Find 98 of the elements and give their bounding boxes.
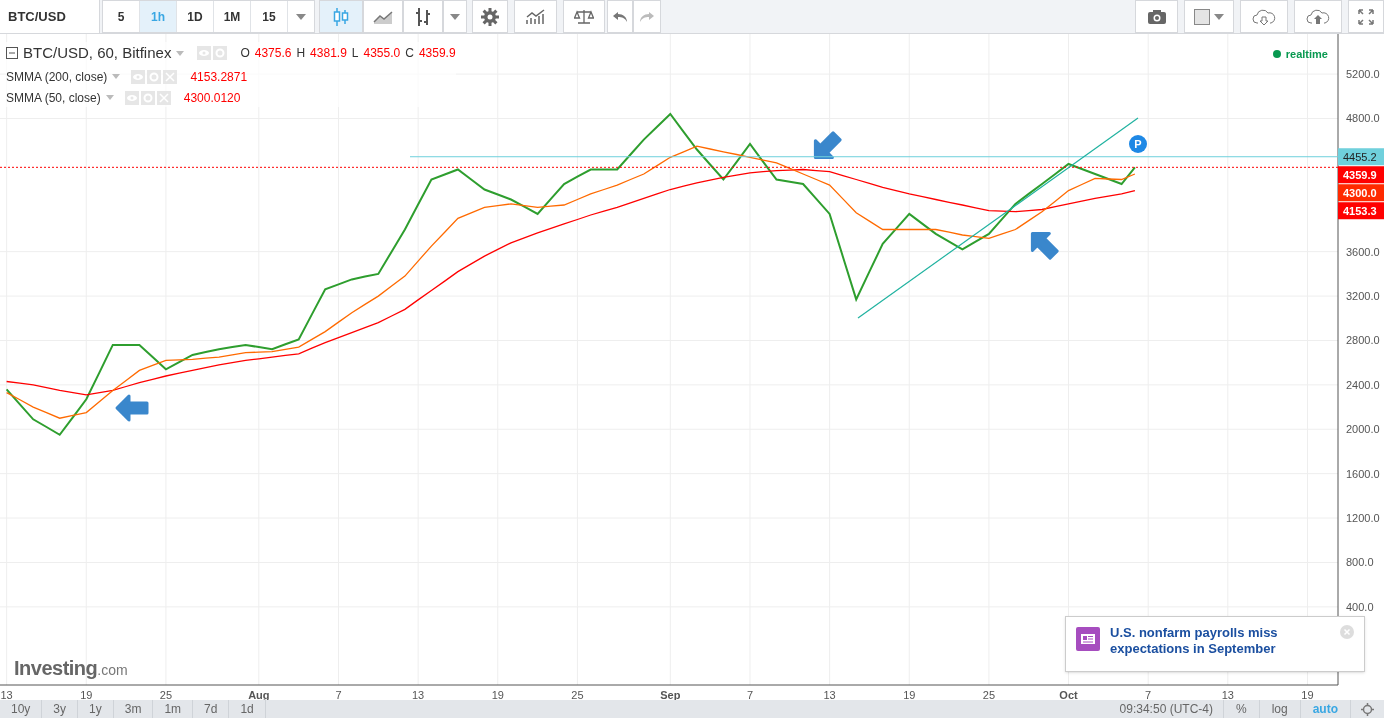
price-marker[interactable]: P: [1129, 135, 1147, 153]
axis-label: 13: [823, 689, 836, 700]
fullscreen-icon: [1358, 8, 1374, 25]
screenshot-button[interactable]: [1135, 0, 1178, 33]
undo-icon: [612, 10, 628, 23]
fullscreen-button[interactable]: [1348, 0, 1384, 33]
status-dot-icon: [1272, 50, 1281, 59]
range-button[interactable]: 1d: [229, 700, 266, 718]
ohlc-value: 4355.0: [363, 45, 401, 63]
status-label: realtime: [1285, 47, 1328, 62]
ohlc-value: 4381.9: [310, 45, 347, 63]
ohlc-key: H: [296, 44, 306, 63]
indicator-name: SMMA (50, close): [6, 89, 101, 107]
indicator-name: SMMA (200, close): [6, 68, 108, 86]
caret-icon: [1214, 13, 1224, 20]
visibility-icon: [131, 69, 146, 84]
range-button[interactable]: 3m: [113, 700, 154, 718]
axis-label: 7: [1145, 689, 1152, 700]
indicator-value: 4300.0120: [183, 89, 241, 107]
close-icon: [163, 69, 178, 84]
price-tag: 4359.9: [1338, 166, 1384, 184]
axis-label: 3200.0: [1346, 290, 1380, 303]
camera-icon: [1146, 8, 1167, 25]
scale-option[interactable]: %: [1223, 700, 1260, 718]
symbol-field[interactable]: BTC/USD: [0, 0, 100, 33]
arrow-icon[interactable]: [115, 394, 149, 422]
compare-button[interactable]: [563, 0, 605, 33]
news-notification[interactable]: U.S. nonfarm payrolls miss expectations in September: [1065, 616, 1365, 672]
dropdown-button[interactable]: [443, 0, 467, 33]
redo-icon: [639, 10, 655, 23]
visibility-icon: [197, 46, 212, 61]
price-tag: 4300.0: [1338, 184, 1384, 202]
ohlc-key: C: [405, 44, 414, 63]
range-button[interactable]: 1m: [153, 700, 194, 718]
color-swatch-icon: [1194, 8, 1210, 25]
axis-label: 1600.0: [1346, 467, 1380, 480]
caret-icon: [105, 95, 114, 100]
undo-button[interactable]: [607, 0, 633, 33]
chart-style-button[interactable]: [403, 0, 443, 33]
axis-label: 3600.0: [1346, 245, 1380, 258]
range-button[interactable]: 1y: [78, 700, 114, 718]
axis-label: 19: [80, 689, 93, 700]
indicator-value: 4153.2871: [190, 68, 248, 86]
time-label: 09:34:50 (UTC-4): [1109, 700, 1224, 718]
cloud-upload-icon: [1306, 8, 1330, 25]
arrow-icon[interactable]: [813, 131, 842, 160]
arrow-icon[interactable]: [1030, 231, 1059, 260]
axis-label: 25: [982, 689, 995, 700]
axis-label: Oct: [1059, 689, 1078, 700]
caret-icon: [176, 50, 185, 56]
axis-label: 25: [571, 689, 584, 700]
news-icon: [1076, 627, 1100, 651]
caret-icon: [450, 13, 460, 20]
axis-label: 19: [903, 689, 916, 700]
news-link[interactable]: U.S. nonfarm payrolls miss expectations in September: [1110, 625, 1310, 657]
axis-label: 2000.0: [1346, 423, 1380, 436]
load-button[interactable]: [1240, 0, 1288, 33]
axis-label: 4800.0: [1346, 112, 1380, 125]
axis-label: 7: [335, 689, 342, 700]
logo-text: Investing: [14, 656, 98, 681]
axis-label: 25: [159, 689, 173, 700]
axis-label: 13: [0, 689, 13, 700]
redo-button[interactable]: [633, 0, 661, 33]
ohlc-key: L: [351, 44, 359, 63]
axis-label: 5200.0: [1346, 68, 1380, 81]
range-button[interactable]: 10y: [0, 700, 43, 718]
scales-icon: [574, 8, 594, 25]
axis-label: 13: [1221, 689, 1234, 700]
cloud-download-icon: [1252, 8, 1276, 25]
candlestick-icon: [333, 6, 349, 27]
area-chart-icon: [373, 9, 393, 24]
logo-suffix: .com: [97, 662, 128, 678]
axis-label: 2800.0: [1346, 334, 1380, 347]
indicators-icon: [524, 8, 547, 25]
ohlc-value: 4359.9: [418, 45, 456, 63]
ohlc-key: O: [240, 44, 250, 63]
ohlc-value: 4375.6: [254, 45, 292, 63]
price-tag: 4455.2: [1338, 148, 1384, 166]
price-tag: 4153.3: [1338, 202, 1384, 220]
range-button[interactable]: 3y: [42, 700, 79, 718]
axis-label: 13: [412, 689, 425, 700]
range-button[interactable]: 7d: [193, 700, 230, 718]
legend-title: BTC/USD, 60, Bitfinex: [23, 43, 172, 63]
axis-label: 19: [1301, 689, 1314, 700]
bars-icon: [415, 6, 431, 27]
caret-icon: [296, 13, 306, 20]
axis-label: 1200.0: [1346, 512, 1380, 525]
settings-button[interactable]: [472, 0, 508, 33]
color-button[interactable]: [1184, 0, 1234, 33]
axis-label: 19: [491, 689, 504, 700]
axis-label: 2400.0: [1346, 378, 1380, 391]
scale-option[interactable]: log: [1259, 700, 1301, 718]
axis-label: 7: [746, 689, 754, 700]
save-button[interactable]: [1294, 0, 1342, 33]
indicators-button[interactable]: [514, 0, 557, 33]
caret-icon: [112, 74, 121, 79]
axis-label: 400.0: [1346, 600, 1374, 613]
axis-label: 800.0: [1346, 556, 1374, 569]
